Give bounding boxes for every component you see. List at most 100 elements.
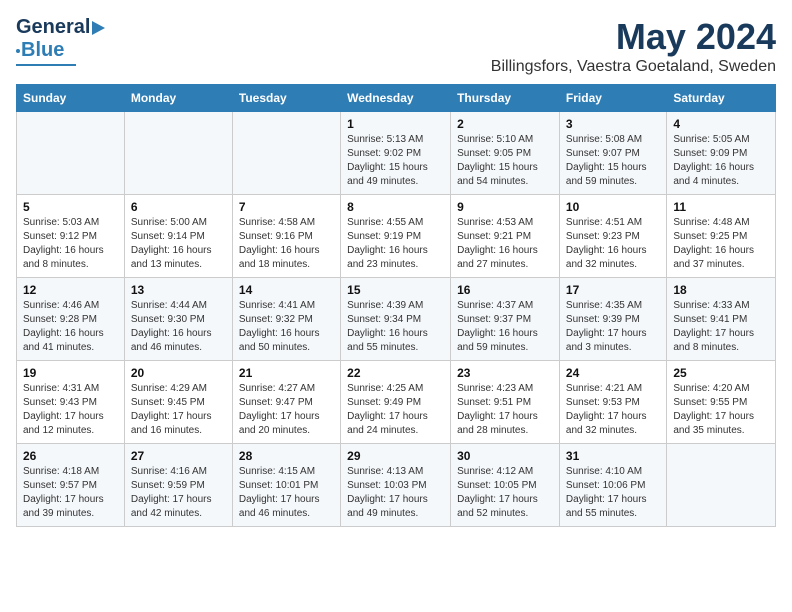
calendar-week-4: 19 Sunrise: 4:31 AM Sunset: 9:43 PM Dayli… <box>17 361 776 444</box>
calendar-week-3: 12 Sunrise: 4:46 AM Sunset: 9:28 PM Dayli… <box>17 278 776 361</box>
day-number: 5 <box>23 200 118 214</box>
calendar-week-2: 5Sunrise: 5:03 AM Sunset: 9:12 PM Daylig… <box>17 195 776 278</box>
page-header: General Blue May 2024 Billingsfors, Vaes… <box>16 16 776 76</box>
day-detail: Sunrise: 4:20 AM Sunset: 9:55 PM Dayligh… <box>673 382 769 438</box>
day-number: 16 <box>457 283 553 297</box>
day-number: 14 <box>239 283 334 297</box>
calendar-week-1: 1 Sunrise: 5:13 AM Sunset: 9:02 PM Daylig… <box>17 112 776 195</box>
day-number: 24 <box>566 366 660 380</box>
day-detail: Sunrise: 4:58 AM Sunset: 9:16 PM Dayligh… <box>239 216 334 272</box>
day-number: 3 <box>566 117 660 131</box>
calendar-week-5: 26 Sunrise: 4:18 AM Sunset: 9:57 PM Dayli… <box>17 444 776 527</box>
day-detail: Sunrise: 4:21 AM Sunset: 9:53 PM Dayligh… <box>566 382 660 438</box>
day-detail: Sunrise: 5:13 AM Sunset: 9:02 PM Dayligh… <box>347 133 444 189</box>
day-number: 26 <box>23 449 118 463</box>
calendar-cell: 12 Sunrise: 4:46 AM Sunset: 9:28 PM Dayli… <box>17 278 125 361</box>
day-detail: Sunrise: 4:15 AM Sunset: 10:01 PM Daylig… <box>239 465 334 521</box>
calendar-cell <box>124 112 232 195</box>
day-number: 31 <box>566 449 660 463</box>
day-detail: Sunrise: 4:55 AM Sunset: 9:19 PM Dayligh… <box>347 216 444 272</box>
day-number: 23 <box>457 366 553 380</box>
day-detail: Sunrise: 4:18 AM Sunset: 9:57 PM Dayligh… <box>23 465 118 521</box>
day-number: 1 <box>347 117 444 131</box>
day-header-monday: Monday <box>124 85 232 112</box>
day-detail: Sunrise: 4:48 AM Sunset: 9:25 PM Dayligh… <box>673 216 769 272</box>
day-detail: Sunrise: 4:37 AM Sunset: 9:37 PM Dayligh… <box>457 299 553 355</box>
day-number: 28 <box>239 449 334 463</box>
day-number: 18 <box>673 283 769 297</box>
logo-line <box>16 64 76 66</box>
calendar-cell: 1 Sunrise: 5:13 AM Sunset: 9:02 PM Daylig… <box>341 112 451 195</box>
day-detail: Sunrise: 4:35 AM Sunset: 9:39 PM Dayligh… <box>566 299 660 355</box>
day-detail: Sunrise: 4:41 AM Sunset: 9:32 PM Dayligh… <box>239 299 334 355</box>
day-detail: Sunrise: 4:13 AM Sunset: 10:03 PM Daylig… <box>347 465 444 521</box>
day-number: 6 <box>131 200 226 214</box>
calendar-cell: 13 Sunrise: 4:44 AM Sunset: 9:30 PM Dayli… <box>124 278 232 361</box>
calendar-cell: 3 Sunrise: 5:08 AM Sunset: 9:07 PM Daylig… <box>559 112 666 195</box>
calendar-cell: 11 Sunrise: 4:48 AM Sunset: 9:25 PM Dayli… <box>667 195 776 278</box>
calendar-cell: 31 Sunrise: 4:10 AM Sunset: 10:06 PM Dayl… <box>559 444 666 527</box>
calendar-cell: 24 Sunrise: 4:21 AM Sunset: 9:53 PM Dayli… <box>559 361 666 444</box>
day-number: 13 <box>131 283 226 297</box>
day-number: 20 <box>131 366 226 380</box>
day-number: 2 <box>457 117 553 131</box>
day-detail: Sunrise: 4:53 AM Sunset: 9:21 PM Dayligh… <box>457 216 553 272</box>
day-number: 7 <box>239 200 334 214</box>
calendar-cell: 26 Sunrise: 4:18 AM Sunset: 9:57 PM Dayli… <box>17 444 125 527</box>
calendar-cell: 14 Sunrise: 4:41 AM Sunset: 9:32 PM Dayli… <box>232 278 340 361</box>
calendar-cell: 8Sunrise: 4:55 AM Sunset: 9:19 PM Daylig… <box>341 195 451 278</box>
day-number: 25 <box>673 366 769 380</box>
calendar-cell <box>17 112 125 195</box>
calendar-cell: 15 Sunrise: 4:39 AM Sunset: 9:34 PM Dayli… <box>341 278 451 361</box>
day-detail: Sunrise: 4:27 AM Sunset: 9:47 PM Dayligh… <box>239 382 334 438</box>
day-detail: Sunrise: 4:25 AM Sunset: 9:49 PM Dayligh… <box>347 382 444 438</box>
day-detail: Sunrise: 4:23 AM Sunset: 9:51 PM Dayligh… <box>457 382 553 438</box>
day-header-friday: Friday <box>559 85 666 112</box>
location-title: Billingsfors, Vaestra Goetaland, Sweden <box>491 58 776 76</box>
day-detail: Sunrise: 4:51 AM Sunset: 9:23 PM Dayligh… <box>566 216 660 272</box>
day-detail: Sunrise: 4:10 AM Sunset: 10:06 PM Daylig… <box>566 465 660 521</box>
day-detail: Sunrise: 4:31 AM Sunset: 9:43 PM Dayligh… <box>23 382 118 438</box>
calendar-cell: 25 Sunrise: 4:20 AM Sunset: 9:55 PM Dayli… <box>667 361 776 444</box>
calendar-cell: 27Sunrise: 4:16 AM Sunset: 9:59 PM Dayli… <box>124 444 232 527</box>
calendar-cell: 7 Sunrise: 4:58 AM Sunset: 9:16 PM Daylig… <box>232 195 340 278</box>
calendar-cell: 2 Sunrise: 5:10 AM Sunset: 9:05 PM Daylig… <box>451 112 560 195</box>
day-number: 15 <box>347 283 444 297</box>
calendar-cell: 18 Sunrise: 4:33 AM Sunset: 9:41 PM Dayli… <box>667 278 776 361</box>
day-number: 29 <box>347 449 444 463</box>
logo-general: General <box>16 16 90 39</box>
day-detail: Sunrise: 4:39 AM Sunset: 9:34 PM Dayligh… <box>347 299 444 355</box>
calendar-cell: 19 Sunrise: 4:31 AM Sunset: 9:43 PM Dayli… <box>17 361 125 444</box>
day-detail: Sunrise: 5:08 AM Sunset: 9:07 PM Dayligh… <box>566 133 660 189</box>
day-detail: Sunrise: 4:33 AM Sunset: 9:41 PM Dayligh… <box>673 299 769 355</box>
day-number: 10 <box>566 200 660 214</box>
day-header-saturday: Saturday <box>667 85 776 112</box>
day-number: 4 <box>673 117 769 131</box>
calendar-cell: 23 Sunrise: 4:23 AM Sunset: 9:51 PM Dayli… <box>451 361 560 444</box>
day-number: 19 <box>23 366 118 380</box>
calendar-cell: 16 Sunrise: 4:37 AM Sunset: 9:37 PM Dayli… <box>451 278 560 361</box>
calendar-cell: 6Sunrise: 5:00 AM Sunset: 9:14 PM Daylig… <box>124 195 232 278</box>
logo: General Blue <box>16 16 105 66</box>
day-detail: Sunrise: 4:16 AM Sunset: 9:59 PM Dayligh… <box>131 465 226 521</box>
day-header-wednesday: Wednesday <box>341 85 451 112</box>
calendar-cell: 29 Sunrise: 4:13 AM Sunset: 10:03 PM Dayl… <box>341 444 451 527</box>
day-number: 9 <box>457 200 553 214</box>
calendar-cell: 20 Sunrise: 4:29 AM Sunset: 9:45 PM Dayli… <box>124 361 232 444</box>
day-header-tuesday: Tuesday <box>232 85 340 112</box>
calendar-cell: 30Sunrise: 4:12 AM Sunset: 10:05 PM Dayl… <box>451 444 560 527</box>
day-detail: Sunrise: 5:05 AM Sunset: 9:09 PM Dayligh… <box>673 133 769 189</box>
day-detail: Sunrise: 4:29 AM Sunset: 9:45 PM Dayligh… <box>131 382 226 438</box>
calendar-header-row: SundayMondayTuesdayWednesdayThursdayFrid… <box>17 85 776 112</box>
calendar-cell: 5Sunrise: 5:03 AM Sunset: 9:12 PM Daylig… <box>17 195 125 278</box>
day-number: 30 <box>457 449 553 463</box>
calendar-table: SundayMondayTuesdayWednesdayThursdayFrid… <box>16 84 776 527</box>
day-number: 12 <box>23 283 118 297</box>
calendar-cell: 10 Sunrise: 4:51 AM Sunset: 9:23 PM Dayli… <box>559 195 666 278</box>
day-detail: Sunrise: 4:44 AM Sunset: 9:30 PM Dayligh… <box>131 299 226 355</box>
day-detail: Sunrise: 4:46 AM Sunset: 9:28 PM Dayligh… <box>23 299 118 355</box>
day-number: 11 <box>673 200 769 214</box>
calendar-cell <box>232 112 340 195</box>
calendar-cell: 9 Sunrise: 4:53 AM Sunset: 9:21 PM Daylig… <box>451 195 560 278</box>
day-detail: Sunrise: 5:10 AM Sunset: 9:05 PM Dayligh… <box>457 133 553 189</box>
